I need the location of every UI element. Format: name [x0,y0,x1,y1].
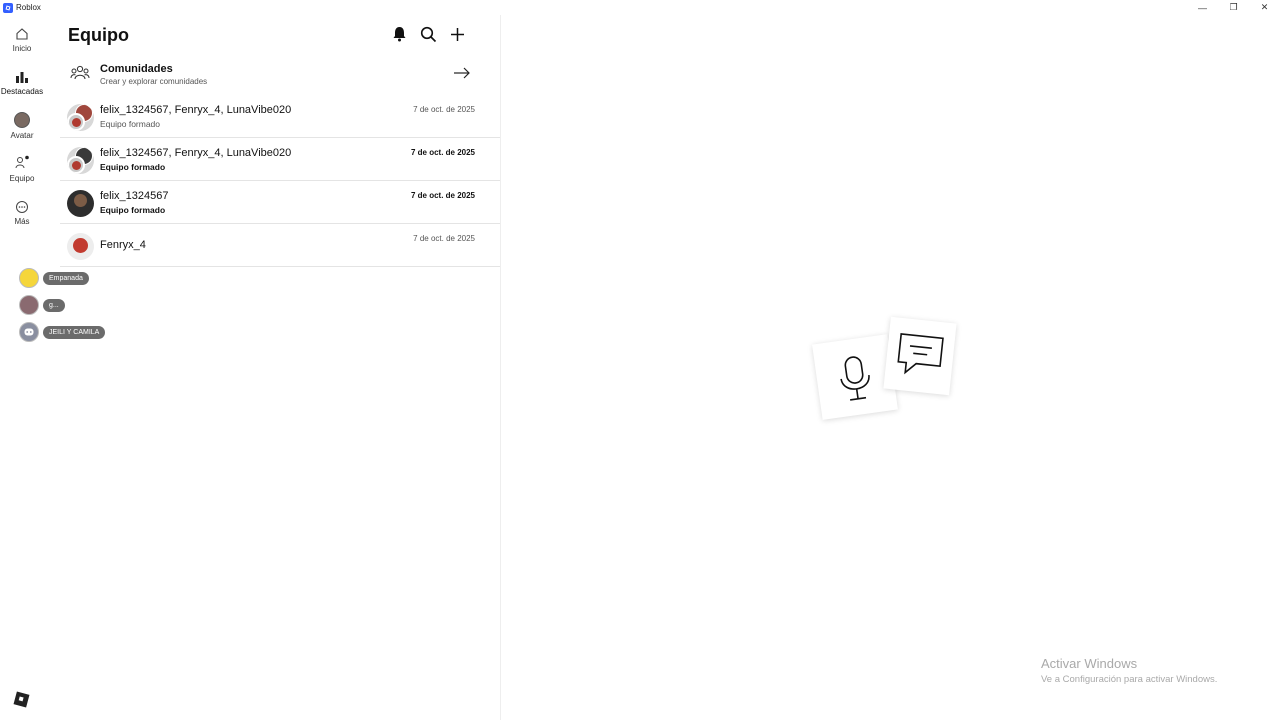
nav-item-avatar[interactable]: Avatar [0,112,44,140]
group-avatar [67,147,94,174]
conversation-name: felix_1324567, Fenryx_4, LunaVibe020 [100,104,292,116]
conversation-date: 7 de oct. de 2025 [410,191,475,200]
watermark-title: Activar Windows [1041,656,1138,671]
nav-label-mas: Más [14,217,30,226]
watermark-subtitle: Ve a Configuración para activar Windows. [1041,674,1218,685]
nav-label-equipo: Equipo [9,174,35,183]
conversation-subtitle: Equipo formado [100,205,166,215]
user-avatar [67,233,94,260]
conversation-item[interactable]: felix_1324567, Fenryx_4, LunaVibe020 Equ… [60,138,500,181]
nav-item-mas[interactable]: Más [0,200,44,226]
user-avatar [67,190,94,217]
conversation-item[interactable]: felix_1324567 Equipo formado 7 de oct. d… [60,181,500,224]
party-icon [15,155,29,169]
nav-label-inicio: Inicio [12,44,32,53]
party-panel: Equipo Comunidades Crear y explorar comu… [60,15,501,720]
nav-label-destacadas: Destacadas [0,87,44,96]
nav-label-avatar: Avatar [10,131,34,140]
nav-item-equipo[interactable]: Equipo [0,155,44,183]
group-avatar [67,104,94,131]
conversation-item[interactable]: felix_1324567, Fenryx_4, LunaVibe020 Equ… [60,95,500,138]
roblox-app-icon [3,2,13,13]
more-icon [16,201,28,213]
window-titlebar: Roblox [0,0,1280,15]
restore-button[interactable]: ❐ [1218,0,1249,15]
communities-subtitle: Crear y explorar comunidades [100,77,208,86]
group-avatar [19,295,39,315]
communities-row[interactable]: Comunidades Crear y explorar comunidades [60,58,500,94]
minimize-button[interactable]: — [1187,0,1218,15]
nav-item-destacadas[interactable]: Destacadas [0,70,44,96]
conversation-subtitle: Equipo formado [100,162,166,172]
communities-icon [70,65,90,80]
conversation-date: 7 de oct. de 2025 [413,234,475,243]
notification-bell-icon[interactable] [390,25,408,43]
chat-card [883,316,957,396]
empty-state-illustration [812,315,965,425]
conversation-subtitle: Equipo formado [100,119,161,129]
discord-icon [19,322,39,342]
charts-icon [16,72,28,83]
avatar-icon [14,112,30,128]
empanada-avatar [19,268,39,288]
conversation-name: felix_1324567, Fenryx_4, LunaVibe020 [100,147,292,159]
window-title: Roblox [16,3,41,12]
conversation-date: 7 de oct. de 2025 [410,148,475,157]
plus-icon[interactable] [448,25,466,43]
conversation-item[interactable]: Fenryx_4 7 de oct. de 2025 [60,224,500,267]
conversation-name: Fenryx_4 [100,239,146,251]
left-navigation: Inicio Destacadas Avatar Equipo Más [0,15,44,720]
conversation-date: 7 de oct. de 2025 [413,105,475,114]
communities-title: Comunidades [100,63,173,75]
page-title: Equipo [68,25,129,45]
arrow-right-icon [454,67,470,79]
conversation-name: felix_1324567 [100,190,169,202]
chat-bubble-icon [897,333,944,375]
header-actions [390,25,466,43]
windows-activation-watermark: Activar Windows Ve a Configuración para … [1041,656,1217,685]
home-icon [16,28,28,40]
nav-item-inicio[interactable]: Inicio [0,27,44,53]
close-button[interactable]: ✕ [1249,0,1280,15]
window-controls: — ❐ ✕ [1187,0,1280,15]
search-icon[interactable] [419,25,437,43]
